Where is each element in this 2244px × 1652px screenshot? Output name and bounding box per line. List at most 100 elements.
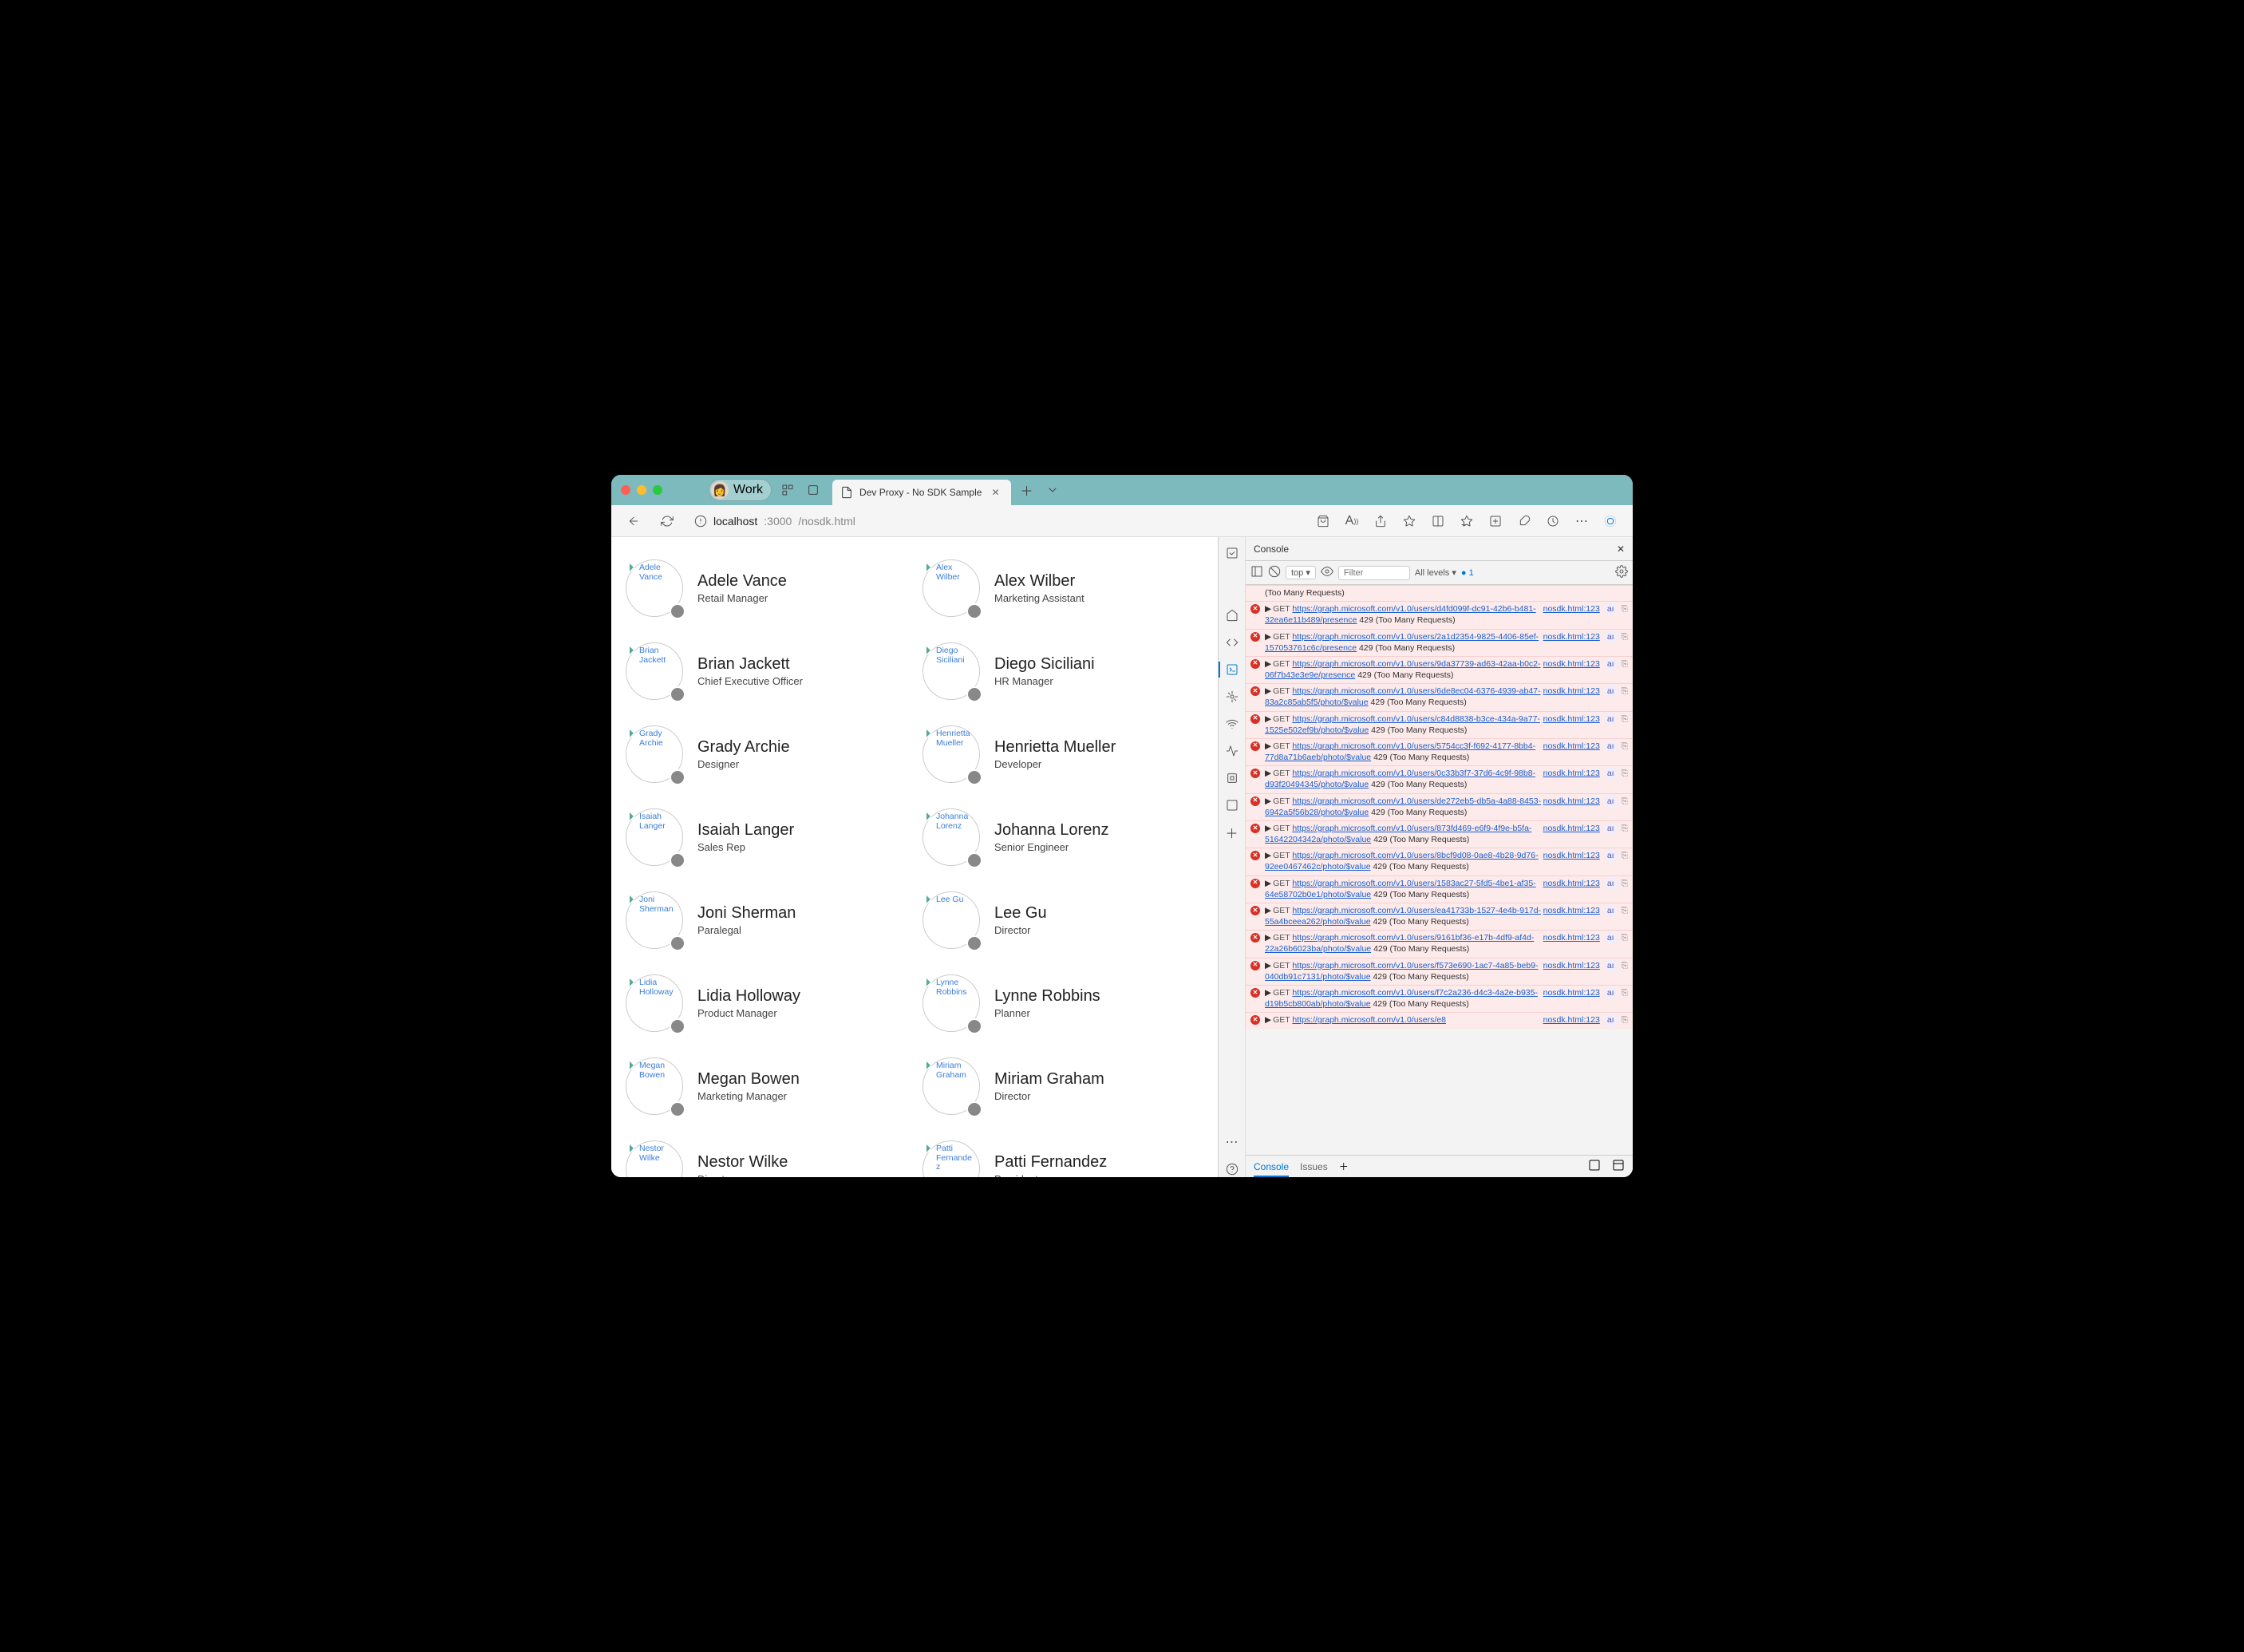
- more-icon[interactable]: ⋯: [1569, 508, 1594, 534]
- log-ai-icon[interactable]: aı: [1605, 850, 1617, 861]
- source-link[interactable]: nosdk.html:123: [1543, 987, 1600, 998]
- read-aloud-icon[interactable]: A)): [1339, 508, 1365, 534]
- log-ai-icon[interactable]: aı: [1605, 878, 1617, 889]
- request-url[interactable]: https://graph.microsoft.com/v1.0/users/e…: [1292, 1015, 1446, 1025]
- log-ai-icon[interactable]: aı: [1605, 960, 1617, 971]
- expand-icon[interactable]: ▶: [1265, 714, 1271, 724]
- drawer-expand-icon[interactable]: [1612, 1159, 1625, 1174]
- drawer-tab-console[interactable]: Console: [1254, 1161, 1289, 1177]
- expand-icon[interactable]: ▶: [1265, 824, 1271, 833]
- console-error-row[interactable]: ✕ ⎘ aı nosdk.html:123 ▶GET https://graph…: [1246, 875, 1633, 903]
- clear-console-icon[interactable]: [1268, 565, 1281, 580]
- context-selector[interactable]: top ▾: [1286, 566, 1316, 579]
- console-error-row[interactable]: ✕ ⎘ aı nosdk.html:123 ▶GET https://graph…: [1246, 738, 1633, 765]
- console-error-row[interactable]: ✕ ⎘ aı nosdk.html:123 ▶GET https://graph…: [1246, 656, 1633, 683]
- console-error-row[interactable]: ✕ ⎘ aı nosdk.html:123 ▶GET https://graph…: [1246, 1012, 1633, 1028]
- add-tool-icon[interactable]: ＋: [1224, 824, 1240, 840]
- back-button[interactable]: [621, 508, 646, 534]
- console-error-row[interactable]: ✕ ⎘ aı nosdk.html:123 ▶GET https://graph…: [1246, 848, 1633, 875]
- close-window-button[interactable]: [621, 485, 630, 495]
- source-link[interactable]: nosdk.html:123: [1543, 932, 1600, 943]
- log-ai-icon[interactable]: aı: [1605, 1014, 1617, 1026]
- drawer-errors-icon[interactable]: [1588, 1159, 1601, 1174]
- log-ai-icon[interactable]: aı: [1605, 905, 1617, 916]
- source-link[interactable]: nosdk.html:123: [1543, 823, 1600, 834]
- console-error-row[interactable]: ✕ ⎘ aı nosdk.html:123 ▶GET https://graph…: [1246, 683, 1633, 710]
- log-action-icon[interactable]: ⎘: [1622, 850, 1628, 861]
- close-devtools-button[interactable]: ✕: [1617, 543, 1625, 555]
- source-link[interactable]: nosdk.html:123: [1543, 850, 1600, 861]
- console-error-row[interactable]: ✕ ⎘ aı nosdk.html:123 ▶GET https://graph…: [1246, 601, 1633, 628]
- console-error-row[interactable]: ✕ ⎘ aı nosdk.html:123 ▶GET https://graph…: [1246, 629, 1633, 656]
- favorites-list-icon[interactable]: [1454, 508, 1480, 534]
- source-link[interactable]: nosdk.html:123: [1543, 686, 1600, 697]
- extensions-icon[interactable]: [1511, 508, 1537, 534]
- log-action-icon[interactable]: ⎘: [1622, 905, 1628, 916]
- inspect-icon[interactable]: [1224, 545, 1240, 561]
- log-ai-icon[interactable]: aı: [1605, 796, 1617, 807]
- sources-icon[interactable]: [1224, 689, 1240, 705]
- console-error-row[interactable]: ✕ ⎘ aı nosdk.html:123 ▶GET https://graph…: [1246, 985, 1633, 1012]
- issues-indicator[interactable]: ● 1: [1461, 568, 1474, 578]
- log-ai-icon[interactable]: aı: [1605, 686, 1617, 697]
- expand-icon[interactable]: ▶: [1265, 906, 1271, 915]
- source-link[interactable]: nosdk.html:123: [1543, 658, 1600, 670]
- expand-icon[interactable]: ▶: [1265, 961, 1271, 970]
- log-ai-icon[interactable]: aı: [1605, 603, 1617, 615]
- log-action-icon[interactable]: ⎘: [1622, 960, 1628, 971]
- log-ai-icon[interactable]: aı: [1605, 631, 1617, 642]
- source-link[interactable]: nosdk.html:123: [1543, 741, 1600, 752]
- source-link[interactable]: nosdk.html:123: [1543, 631, 1600, 642]
- source-link[interactable]: nosdk.html:123: [1543, 796, 1600, 807]
- welcome-icon[interactable]: [1224, 607, 1240, 623]
- help-icon[interactable]: [1224, 1161, 1240, 1177]
- copilot-icon[interactable]: [1598, 508, 1623, 534]
- console-error-row[interactable]: ✕ ⎘ aı nosdk.html:123 ▶GET https://graph…: [1246, 930, 1633, 957]
- tab-actions-icon[interactable]: [804, 480, 823, 500]
- network-icon[interactable]: [1224, 716, 1240, 732]
- log-action-icon[interactable]: ⎘: [1622, 823, 1628, 834]
- live-expression-icon[interactable]: [1321, 565, 1333, 580]
- log-action-icon[interactable]: ⎘: [1622, 741, 1628, 752]
- site-info-icon[interactable]: [694, 515, 707, 528]
- source-link[interactable]: nosdk.html:123: [1543, 960, 1600, 971]
- filter-input[interactable]: [1338, 566, 1410, 580]
- log-ai-icon[interactable]: aı: [1605, 823, 1617, 834]
- workspaces-icon[interactable]: [778, 480, 797, 500]
- log-ai-icon[interactable]: aı: [1605, 768, 1617, 779]
- expand-icon[interactable]: ▶: [1265, 851, 1271, 860]
- profile-switcher[interactable]: 👩 Work: [709, 479, 772, 501]
- new-tab-button[interactable]: ＋: [1017, 480, 1037, 500]
- log-ai-icon[interactable]: aı: [1605, 741, 1617, 752]
- log-ai-icon[interactable]: aı: [1605, 932, 1617, 943]
- more-tools-icon[interactable]: ⋯: [1224, 1134, 1240, 1150]
- split-screen-icon[interactable]: [1425, 508, 1451, 534]
- log-action-icon[interactable]: ⎘: [1622, 796, 1628, 807]
- collections-icon[interactable]: [1483, 508, 1508, 534]
- shopping-icon[interactable]: [1310, 508, 1336, 534]
- log-ai-icon[interactable]: aı: [1605, 658, 1617, 670]
- console-settings-icon[interactable]: [1615, 565, 1628, 580]
- refresh-button[interactable]: [654, 508, 680, 534]
- log-ai-icon[interactable]: aı: [1605, 987, 1617, 998]
- maximize-window-button[interactable]: [653, 485, 662, 495]
- console-error-row[interactable]: ✕ ⎘ aı nosdk.html:123 ▶GET https://graph…: [1246, 820, 1633, 848]
- share-icon[interactable]: [1368, 508, 1393, 534]
- log-action-icon[interactable]: ⎘: [1622, 1014, 1628, 1026]
- source-link[interactable]: nosdk.html:123: [1543, 1014, 1600, 1026]
- favorite-icon[interactable]: [1397, 508, 1422, 534]
- application-icon[interactable]: [1224, 797, 1240, 813]
- console-error-row[interactable]: ✕ ⎘ aı nosdk.html:123 ▶GET https://graph…: [1246, 958, 1633, 985]
- source-link[interactable]: nosdk.html:123: [1543, 603, 1600, 615]
- source-link[interactable]: nosdk.html:123: [1543, 768, 1600, 779]
- levels-selector[interactable]: All levels ▾: [1415, 567, 1456, 578]
- log-action-icon[interactable]: ⎘: [1622, 932, 1628, 943]
- expand-icon[interactable]: ▶: [1265, 1015, 1271, 1025]
- minimize-window-button[interactable]: [637, 485, 646, 495]
- drawer-add-button[interactable]: ＋: [1339, 1160, 1349, 1173]
- source-link[interactable]: nosdk.html:123: [1543, 713, 1600, 725]
- expand-icon[interactable]: ▶: [1265, 686, 1271, 696]
- log-action-icon[interactable]: ⎘: [1622, 603, 1628, 615]
- console-error-row[interactable]: ✕ ⎘ aı nosdk.html:123 ▶GET https://graph…: [1246, 793, 1633, 820]
- drawer-tab-issues[interactable]: Issues: [1300, 1161, 1328, 1172]
